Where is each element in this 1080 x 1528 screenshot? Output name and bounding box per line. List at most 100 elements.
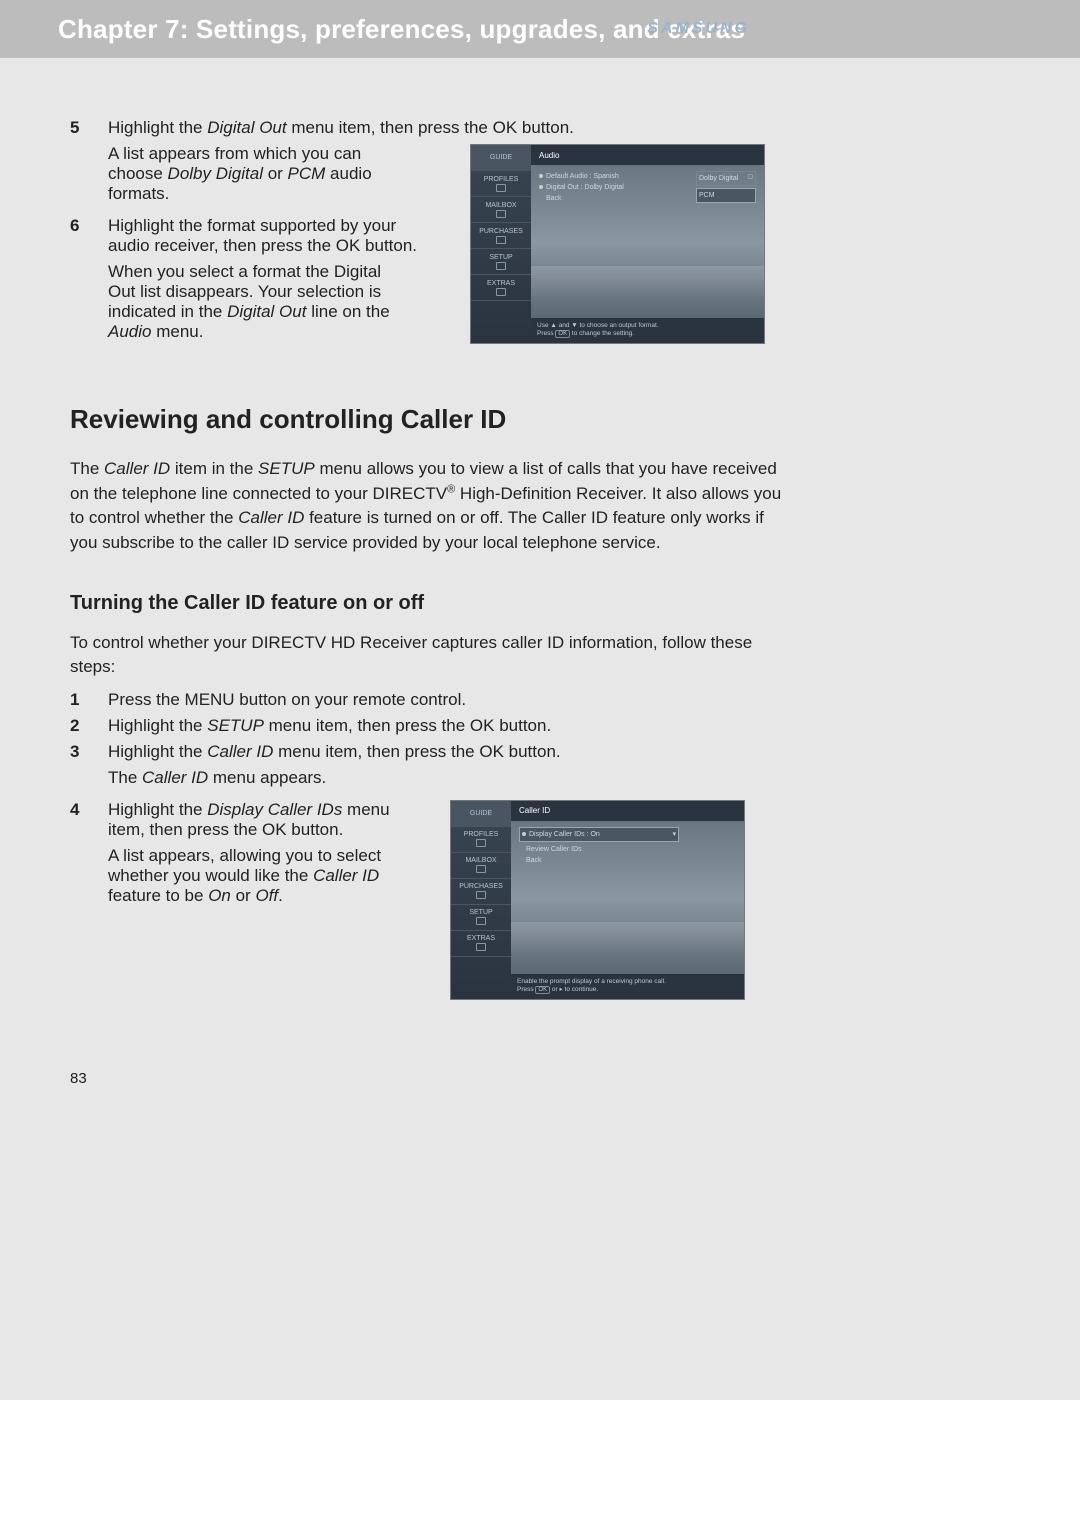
paragraph: The Caller ID item in the SETUP menu all… — [70, 457, 790, 556]
text-italic: Digital Out — [227, 302, 306, 321]
ok-badge: OK — [555, 330, 570, 338]
step-text: Highlight the Display Caller IDs menu it… — [108, 800, 400, 840]
gear-icon — [476, 917, 486, 925]
text-italic: Audio — [108, 322, 151, 341]
text: Highlight the — [108, 742, 207, 761]
ss-sidebar-purchases: PURCHASES — [471, 223, 531, 249]
text-italic: Off — [255, 886, 278, 905]
text-italic: Caller ID — [104, 459, 170, 478]
ss-label: PURCHASES — [479, 228, 523, 235]
heading-caller-id: Reviewing and controlling Caller ID — [70, 404, 1010, 435]
step-text: Highlight the SETUP menu item, then pres… — [108, 716, 1010, 736]
screenshot-audio: GUIDE▸ PROFILES MAILBOX PURCHASES SETUP … — [470, 144, 765, 344]
text: . — [278, 886, 283, 905]
chapter-title: Chapter 7: Settings, preferences, upgrad… — [58, 14, 745, 45]
text: menu appears. — [208, 768, 326, 787]
ss-row-text: Default Audio : Spanish — [546, 173, 619, 180]
paragraph: To control whether your DIRECTV HD Recei… — [70, 631, 790, 680]
ss-sidebar-mailbox: MAILBOX — [471, 197, 531, 223]
ss-row-text: Back — [526, 857, 542, 864]
ss-row: Digital Out : Dolby Digital — [539, 182, 692, 193]
text-italic: SETUP — [258, 459, 315, 478]
ss-label: PURCHASES — [459, 883, 503, 890]
ss-row-text: Review Caller IDs — [526, 846, 582, 853]
ss-label: SETUP — [489, 254, 512, 261]
ss-label: MAILBOX — [465, 857, 496, 864]
step-text: Highlight the Caller ID menu item, then … — [108, 742, 1010, 762]
mailbox-icon — [496, 210, 506, 218]
bullet-icon — [522, 832, 526, 836]
ss-label: EXTRAS — [487, 280, 515, 287]
ss-sidebar-profiles: PROFILES — [471, 171, 531, 197]
text: line on the — [306, 302, 389, 321]
step-number: 3 — [70, 742, 108, 762]
cart-icon — [476, 891, 486, 899]
ss-sidebar-setup: SETUP — [451, 905, 511, 931]
ss-footer-line: Press OK or ▸ to continue. — [517, 986, 738, 995]
ss-row: Back — [526, 855, 736, 866]
text: or — [231, 886, 256, 905]
bullet-icon — [539, 174, 543, 178]
text: menu. — [151, 322, 203, 341]
ss-title: Caller ID — [511, 801, 744, 821]
ss-sidebar-guide: GUIDE▸ — [451, 801, 511, 827]
ss-label: PROFILES — [484, 176, 519, 183]
profile-icon — [476, 839, 486, 847]
text: The — [70, 459, 104, 478]
chapter-header: Chapter 7: Settings, preferences, upgrad… — [0, 0, 1080, 58]
step-subtext: A list appears from which you can choose… — [108, 144, 408, 204]
ss-sidebar-purchases: PURCHASES — [451, 879, 511, 905]
screenshot-caller-id: GUIDE▸ PROFILES MAILBOX PURCHASES SETUP … — [450, 800, 745, 1000]
ss-row-selected: Display Caller IDs : On ▾ — [519, 827, 679, 842]
text: menu item, then press the OK button. — [264, 716, 551, 735]
ss-row: Back — [539, 193, 692, 204]
text: Highlight the — [108, 716, 207, 735]
ss-row-text: Back — [546, 195, 562, 202]
step-subtext: The Caller ID menu appears. — [108, 768, 608, 788]
extras-icon — [496, 288, 506, 296]
step-text: Press the MENU button on your remote con… — [108, 690, 1010, 710]
text-italic: PCM — [288, 164, 326, 183]
text: menu item, then press the OK button. — [273, 742, 560, 761]
step-text: Highlight the Digital Out menu item, the… — [108, 118, 1010, 138]
step-number: 4 — [70, 800, 108, 840]
check-icon: ▢ — [747, 173, 753, 183]
ss-main: Audio Default Audio : Spanish Digital Ou… — [531, 145, 764, 343]
step-number: 2 — [70, 716, 108, 736]
text: menu item, then press the OK button. — [287, 118, 574, 137]
ss-label: GUIDE — [470, 810, 492, 817]
text-italic: Caller ID — [142, 768, 208, 787]
text: Highlight the — [108, 800, 207, 819]
ss-row-text: Display Caller IDs : On — [529, 831, 600, 838]
ss-label: GUIDE — [490, 154, 512, 161]
ss-sidebar-guide: GUIDE▸ — [471, 145, 531, 171]
page-number: 83 — [70, 1070, 87, 1087]
heading-turning-caller-id: Turning the Caller ID feature on or off — [70, 592, 1010, 615]
step-text: Highlight the format supported by your a… — [108, 216, 430, 256]
ss-title: Audio — [531, 145, 764, 165]
ss-menu-list: Default Audio : Spanish Digital Out : Do… — [539, 171, 692, 205]
ss-options: Dolby Digital▢ PCM — [696, 171, 756, 205]
ss-option-label: Dolby Digital — [699, 175, 738, 182]
step-subtext: A list appears, allowing you to select w… — [108, 846, 400, 906]
ss-row: Default Audio : Spanish — [539, 171, 692, 182]
step-number: 6 — [70, 216, 108, 256]
ss-row-text: Digital Out : Dolby Digital — [546, 184, 624, 191]
text: item in the — [170, 459, 258, 478]
text-italic: Caller ID — [207, 742, 273, 761]
ss-menu-list: Display Caller IDs : On ▾ Review Caller … — [519, 827, 736, 867]
ss-option: Dolby Digital ▢ — [696, 171, 756, 186]
step-number: 5 — [70, 118, 108, 138]
brand-logo: SAMSUNG — [647, 20, 750, 38]
text-italic: Display Caller IDs — [207, 800, 342, 819]
text-italic: Dolby Digital — [168, 164, 263, 183]
cart-icon — [496, 236, 506, 244]
dropdown-icon: ▾ — [672, 829, 676, 840]
ss-footer: Enable the prompt display of a receiving… — [511, 974, 744, 999]
ss-row: Review Caller IDs — [526, 844, 736, 855]
ss-sidebar-mailbox: MAILBOX — [451, 853, 511, 879]
text-italic: SETUP — [207, 716, 264, 735]
ss-sidebar: GUIDE▸ PROFILES MAILBOX PURCHASES SETUP … — [451, 801, 511, 999]
ss-sidebar-profiles: PROFILES — [451, 827, 511, 853]
step-number: 1 — [70, 690, 108, 710]
